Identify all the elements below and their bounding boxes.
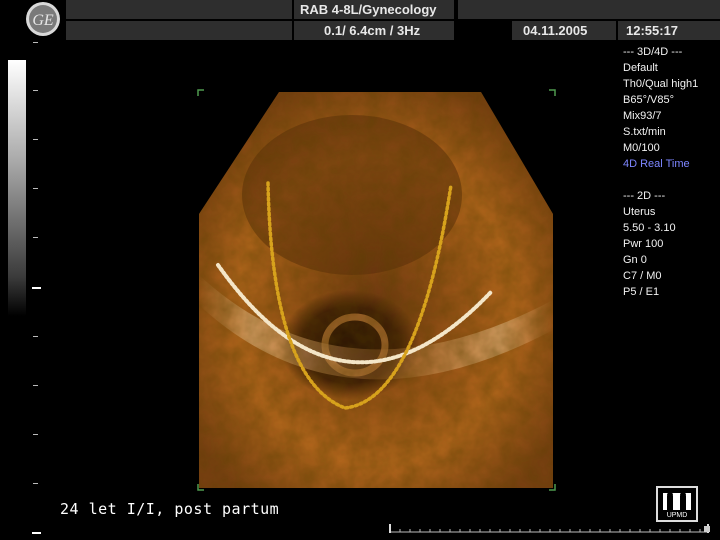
param-3d-title: --- 3D/4D --- <box>623 46 683 58</box>
cine-timeline-scale[interactable] <box>388 522 712 534</box>
param-2d-line: Gn 0 <box>623 254 647 266</box>
render-volume <box>199 92 553 488</box>
upmd-logo-icon: UPMD <box>656 486 698 522</box>
param-2d-title: --- 2D --- <box>623 190 666 202</box>
param-3d-mode: 4D Real Time <box>623 158 690 170</box>
ultrasound-render[interactable] <box>0 0 720 540</box>
param-3d-line: Default <box>623 62 658 74</box>
param-2d-line: 5.50 - 3.10 <box>623 222 676 234</box>
parameter-panel: --- 3D/4D --- Default Th0/Qual high1 B65… <box>623 44 698 300</box>
param-2d-line: Uterus <box>623 206 656 218</box>
param-gap <box>623 172 698 188</box>
param-3d-line: S.txt/min <box>623 126 666 138</box>
param-2d-line: P5 / E1 <box>623 286 660 298</box>
image-caption: 24 let I/I, post partum <box>60 500 280 518</box>
param-3d-line: M0/100 <box>623 142 660 154</box>
param-2d-line: Pwr 100 <box>623 238 664 250</box>
watermark-text: UPMD <box>666 512 688 519</box>
param-3d-line: B65°/V85° <box>623 94 674 106</box>
param-3d-line: Mix93/7 <box>623 110 662 122</box>
param-2d-line: C7 / M0 <box>623 270 662 282</box>
param-3d-line: Th0/Qual high1 <box>623 78 699 90</box>
